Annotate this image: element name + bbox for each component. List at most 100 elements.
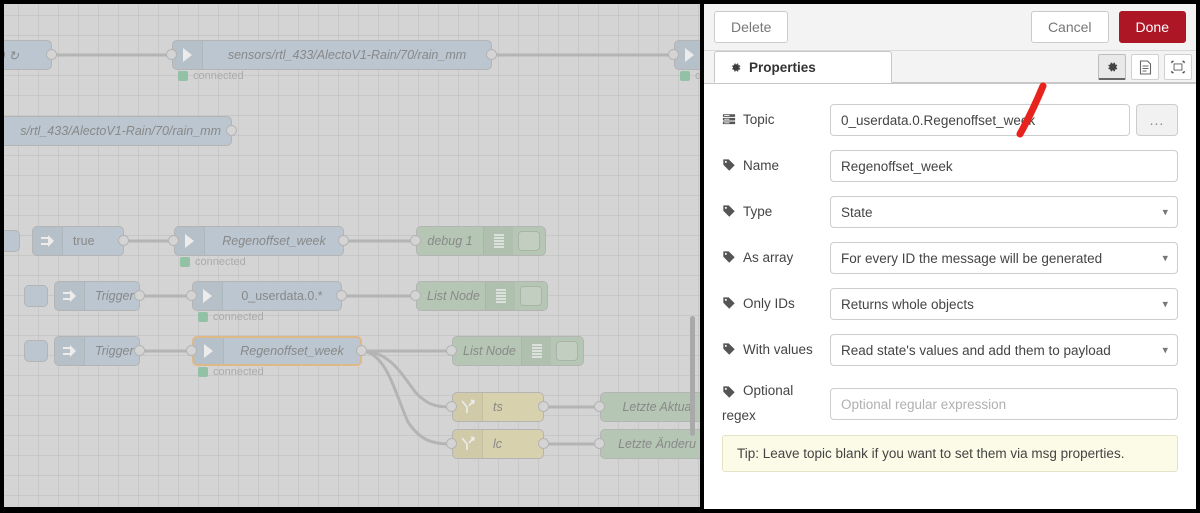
- node-port-output[interactable]: [356, 345, 367, 356]
- as-array-select[interactable]: For every ID the message will be generat…: [830, 242, 1178, 274]
- with-values-label-text: With values: [743, 342, 813, 357]
- tag-icon: [722, 157, 736, 172]
- tab-properties[interactable]: Properties: [714, 51, 892, 83]
- cancel-button[interactable]: Cancel: [1030, 11, 1109, 43]
- tag-icon: [722, 382, 736, 399]
- inject-trigger-button[interactable]: [24, 340, 48, 362]
- node-port-input[interactable]: [166, 49, 177, 60]
- node-debug-letzte-aktualisierung[interactable]: Letzte Aktua: [600, 392, 700, 422]
- topic-more-button[interactable]: ...: [1136, 104, 1178, 136]
- node-status-connected: connected: [178, 70, 244, 82]
- gear-icon[interactable]: [1098, 54, 1126, 80]
- name-label-text: Name: [743, 158, 780, 173]
- edit-panel-tab-bar: Properties: [704, 51, 1196, 84]
- only-ids-select[interactable]: Returns whole objects: [830, 288, 1178, 320]
- name-input[interactable]: [830, 150, 1178, 182]
- node-change-ts[interactable]: ts: [452, 392, 544, 422]
- mqtt-arrow-icon: [173, 41, 203, 69]
- with-values-select-wrap: Read state's values and add them to payl…: [830, 334, 1178, 366]
- canvas-vertical-scrollbar[interactable]: [686, 4, 698, 507]
- node-port-input[interactable]: [594, 401, 605, 412]
- node-properties-form: Topic ... Name: [704, 84, 1196, 509]
- node-label: ts: [493, 400, 503, 414]
- node-port-input[interactable]: [186, 345, 197, 356]
- node-port-output[interactable]: [336, 290, 347, 301]
- appearance-icon[interactable]: [1164, 54, 1192, 80]
- node-port-output[interactable]: [538, 438, 549, 449]
- node-port-input[interactable]: [168, 235, 179, 246]
- node-mqtt-out-rain[interactable]: sensors/rtl_433/AlectoV1-Rain/70/rain_mm: [172, 40, 492, 70]
- node-label: Trigger: [95, 344, 134, 358]
- node-port-output[interactable]: [226, 125, 237, 136]
- as-array-select-wrap: For every ID the message will be generat…: [830, 242, 1178, 274]
- node-iobroker-get-regenoffset-selected[interactable]: Regenoffset_week: [192, 336, 362, 366]
- node-change-lc[interactable]: lc: [452, 429, 544, 459]
- node-debug-letzte-aenderung[interactable]: Letzte Änderu: [600, 429, 700, 459]
- node-iobroker-out-regenoffset[interactable]: Regenoffset_week: [174, 226, 344, 256]
- only-ids-label: Only IDs: [722, 288, 830, 313]
- node-debug-1[interactable]: debug 1: [416, 226, 546, 256]
- name-label: Name: [722, 150, 830, 175]
- node-port-input[interactable]: [446, 345, 457, 356]
- node-port-input[interactable]: [410, 235, 421, 246]
- node-iobroker-get-userdata[interactable]: 0_userdata.0.*: [192, 281, 342, 311]
- document-icon[interactable]: [1131, 54, 1159, 80]
- node-label: lc: [493, 437, 503, 451]
- optional-regex-control: [830, 380, 1178, 420]
- node-debug-list-2[interactable]: List Node: [452, 336, 584, 366]
- node-inject-trigger-1[interactable]: Trigger: [54, 281, 140, 311]
- debug-toggle-button[interactable]: [556, 341, 578, 361]
- node-port-input[interactable]: [446, 438, 457, 449]
- node-port-output[interactable]: [118, 235, 129, 246]
- node-port-input[interactable]: [594, 438, 605, 449]
- node-port-output[interactable]: [338, 235, 349, 246]
- node-port-output[interactable]: [134, 345, 145, 356]
- tab-icon-group: [1098, 54, 1192, 80]
- node-label: sensors/rtl_433/AlectoV1-Rain/70/rain_mm: [227, 48, 467, 62]
- scrollbar-thumb[interactable]: [690, 316, 695, 436]
- debug-toggle-button[interactable]: [520, 286, 542, 306]
- list-stack-icon: [722, 111, 736, 126]
- node-port-output[interactable]: [486, 49, 497, 60]
- node-port-output[interactable]: [538, 401, 549, 412]
- debug-toggle-button[interactable]: [518, 231, 540, 251]
- type-select[interactable]: State: [830, 196, 1178, 228]
- node-label: true: [73, 234, 95, 248]
- optional-regex-input[interactable]: [830, 388, 1178, 420]
- node-status-connected: connected: [180, 256, 246, 268]
- node-port-output[interactable]: [46, 49, 57, 60]
- node-port-input[interactable]: [410, 290, 421, 301]
- node-status-connected: connected: [198, 366, 264, 378]
- with-values-control: Read state's values and add them to payl…: [830, 334, 1178, 366]
- node-inject-true[interactable]: true: [32, 226, 124, 256]
- only-ids-select-wrap: Returns whole objects ▾: [830, 288, 1178, 320]
- only-ids-label-text: Only IDs: [743, 296, 795, 311]
- inject-trigger-button[interactable]: [4, 230, 20, 252]
- inject-trigger-button[interactable]: [24, 285, 48, 307]
- node-label: 0_userdata.0.*: [241, 289, 323, 303]
- status-dot-icon: [180, 257, 190, 267]
- toolbar-right-group: Cancel Done: [1030, 11, 1186, 43]
- topic-input[interactable]: [830, 104, 1130, 136]
- node-label: debug 1: [427, 234, 473, 248]
- node-debug-list-1[interactable]: List Node: [416, 281, 548, 311]
- iobroker-arrow-icon: [194, 338, 224, 364]
- status-text: connected: [213, 366, 264, 378]
- node-inject-day00[interactable]: day00 ↻: [4, 40, 52, 70]
- form-row-optional-regex: Optional regex: [722, 380, 1178, 425]
- node-port-output[interactable]: [134, 290, 145, 301]
- delete-button[interactable]: Delete: [714, 11, 789, 43]
- flow-canvas[interactable]: day00 ↻ sensors/rtl_433/AlectoV1-Rain/70…: [4, 4, 700, 507]
- node-port-input[interactable]: [446, 401, 457, 412]
- done-button[interactable]: Done: [1118, 11, 1186, 43]
- form-row-as-array: As array For every ID the message will b…: [722, 242, 1178, 274]
- tag-icon: [722, 341, 736, 356]
- node-mqtt-in-rain[interactable]: s/rtl_433/AlectoV1-Rain/70/rain_mm: [4, 116, 232, 146]
- node-port-input[interactable]: [186, 290, 197, 301]
- topic-label: Topic: [722, 104, 830, 129]
- node-port-input[interactable]: [668, 49, 679, 60]
- node-inject-trigger-2[interactable]: Trigger: [54, 336, 140, 366]
- with-values-select[interactable]: Read state's values and add them to payl…: [830, 334, 1178, 366]
- change-swap-icon: [453, 393, 483, 421]
- form-row-topic: Topic ...: [722, 104, 1178, 136]
